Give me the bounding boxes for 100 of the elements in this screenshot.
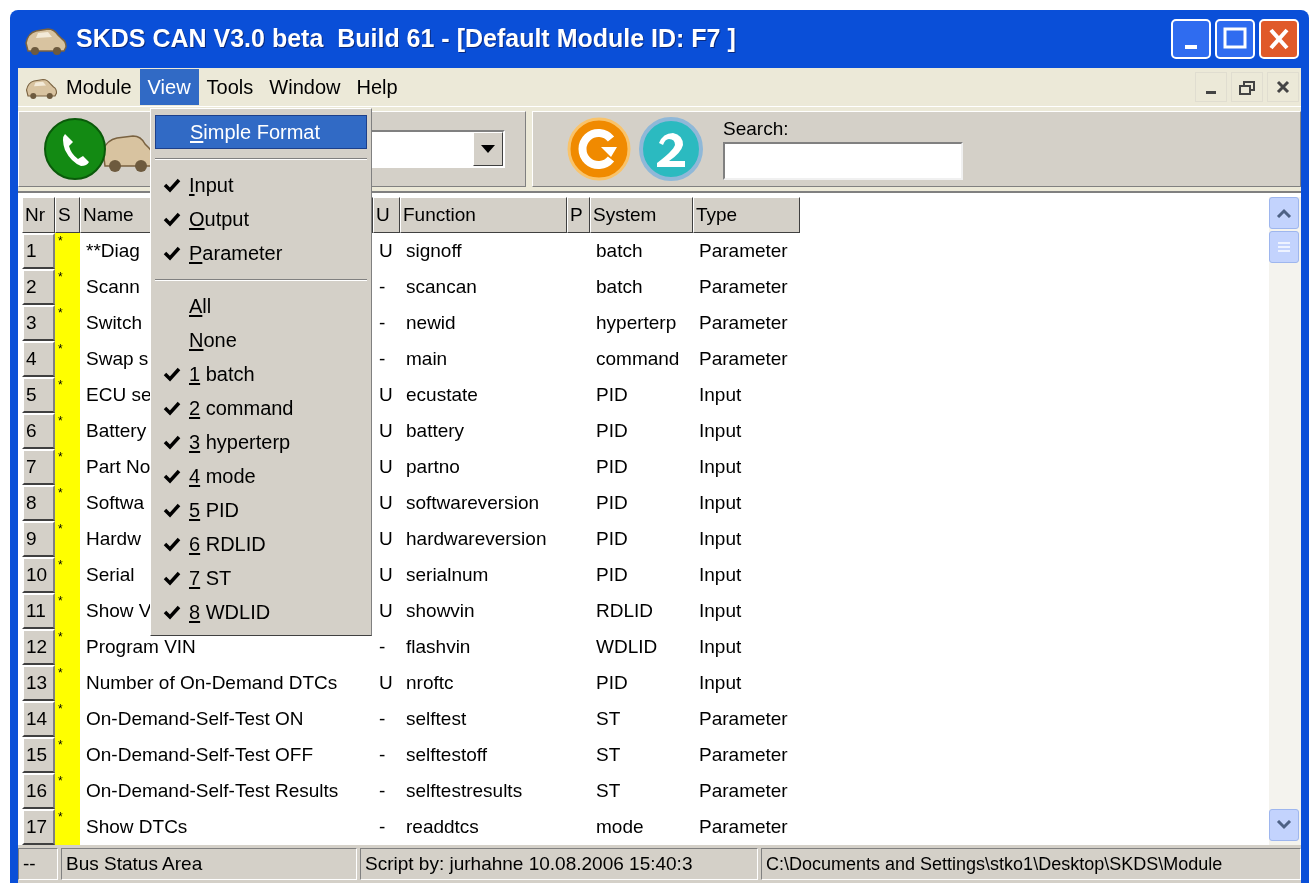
menu-item[interactable]: Module <box>58 68 140 105</box>
table-cell-text: U <box>379 382 393 407</box>
menu-item[interactable]: Window <box>261 68 349 105</box>
close-button[interactable] <box>1267 71 1299 102</box>
table-cell-text: partno <box>406 454 460 479</box>
table-cell-text: RDLID <box>596 598 653 623</box>
menu-item[interactable]: Help <box>348 68 406 105</box>
row-header[interactable]: 5 <box>22 377 55 414</box>
check-icon <box>163 366 181 382</box>
status-cell: * <box>55 449 80 486</box>
check-icon <box>163 177 181 193</box>
table-cell-text: Show DTCs <box>86 814 188 839</box>
status-cell: * <box>55 377 80 414</box>
table-cell-text: U <box>379 670 393 695</box>
table-cell-text: **Diag <box>86 238 140 263</box>
column-header[interactable]: Type <box>693 197 800 234</box>
menu-item[interactable]: 6 RDLID <box>155 527 367 561</box>
check-icon <box>163 604 181 620</box>
menu-item[interactable]: View <box>139 68 199 105</box>
table-cell-text: hyperterp <box>596 310 677 335</box>
menu-item[interactable]: 8 WDLID <box>155 595 367 629</box>
menu-item[interactable]: 1 batch <box>155 357 367 391</box>
check-icon <box>163 570 181 586</box>
restore-button[interactable] <box>1231 71 1263 102</box>
row-header[interactable]: 11 <box>22 593 55 630</box>
table-cell-text: battery <box>406 418 465 443</box>
refresh-icon <box>567 116 631 181</box>
row-header[interactable]: 4 <box>22 341 55 378</box>
table-cell-text: batch <box>596 274 643 299</box>
table-cell-text: readdtcs <box>406 814 479 839</box>
table-cell-text: flashvin <box>406 634 471 659</box>
menu-item[interactable]: Parameter <box>155 236 367 270</box>
row-header[interactable]: 8 <box>22 485 55 522</box>
status-cell: * <box>55 593 80 630</box>
table-cell-text: - <box>379 814 386 839</box>
table-cell-text: - <box>379 778 386 803</box>
status-cell: * <box>55 341 80 378</box>
row-header[interactable]: 10 <box>22 557 55 594</box>
search-label: Search: <box>723 117 790 140</box>
column-header[interactable]: S <box>55 197 80 234</box>
row-header[interactable]: 7 <box>22 449 55 486</box>
row-header[interactable]: 16 <box>22 773 55 810</box>
table-cell-text: Switch <box>86 310 142 335</box>
table-cell-text: PID <box>596 526 628 551</box>
menu-item[interactable]: Simple Format <box>155 115 367 149</box>
row-header[interactable]: 6 <box>22 413 55 450</box>
menu-item[interactable]: None <box>155 323 367 357</box>
scroll-up-button[interactable] <box>1269 197 1299 230</box>
table-cell-text: ecustate <box>406 382 478 407</box>
table-cell-text: selftestoff <box>406 742 487 767</box>
table-cell-text: Show V <box>86 598 152 623</box>
table-cell-text: nroftc <box>406 670 454 695</box>
column-header[interactable]: System <box>590 197 693 234</box>
check-icon <box>163 400 181 416</box>
row-header[interactable]: 17 <box>22 809 55 846</box>
menu-item[interactable]: Output <box>155 202 367 236</box>
status-cell: * <box>55 485 80 522</box>
status-cell: * <box>55 809 80 846</box>
dropdown-arrow-icon <box>481 144 495 153</box>
row-header[interactable]: 1 <box>22 233 55 270</box>
column-header[interactable]: P <box>567 197 590 234</box>
status-cell: * <box>55 413 80 450</box>
scroll-down-button[interactable] <box>1269 809 1299 842</box>
menu-item[interactable]: 7 ST <box>155 561 367 595</box>
table-cell-text: U <box>379 562 393 587</box>
table-cell-text: U <box>379 490 393 515</box>
scrollbar-thumb[interactable] <box>1269 231 1299 264</box>
row-header[interactable]: 9 <box>22 521 55 558</box>
column-header[interactable]: U <box>373 197 400 234</box>
table-cell-text: - <box>379 310 386 335</box>
row-header[interactable]: 12 <box>22 629 55 666</box>
menu-item[interactable]: All <box>155 289 367 323</box>
table-cell-text: Hardw <box>86 526 141 551</box>
column-header[interactable]: Function <box>400 197 567 234</box>
status-panel: C:\Documents and Settings\stko1\Desktop\SKDS\Module <box>761 848 1301 880</box>
table-cell-text: Input <box>699 382 742 407</box>
row-header[interactable]: 15 <box>22 737 55 774</box>
table-cell-text: Swap s <box>86 346 149 371</box>
table-cell-text: - <box>379 274 386 299</box>
menu-item[interactable]: Tools <box>198 68 262 105</box>
maximize-button[interactable] <box>1215 18 1255 59</box>
search-field[interactable] <box>723 141 963 180</box>
menu-item[interactable]: 5 PID <box>155 493 367 527</box>
row-header[interactable]: 13 <box>22 665 55 702</box>
row-header[interactable]: 2 <box>22 269 55 306</box>
table-cell-text: Input <box>699 454 742 479</box>
minimize-button[interactable] <box>1195 71 1227 102</box>
check-icon <box>163 245 181 261</box>
table-cell-text: PID <box>596 454 628 479</box>
status-cell: * <box>55 269 80 306</box>
menu-item[interactable]: 3 hyperterp <box>155 425 367 459</box>
menu-item[interactable]: 4 mode <box>155 459 367 493</box>
table-cell-text: On-Demand-Self-Test Results <box>86 778 339 803</box>
column-header[interactable]: Nr <box>22 197 55 234</box>
table-cell-text: - <box>379 346 386 371</box>
row-header[interactable]: 14 <box>22 701 55 738</box>
menu-item[interactable]: 2 command <box>155 391 367 425</box>
row-header[interactable]: 3 <box>22 305 55 342</box>
menu-item[interactable]: Input <box>155 168 367 202</box>
table-cell-text: selftestresults <box>406 778 523 803</box>
